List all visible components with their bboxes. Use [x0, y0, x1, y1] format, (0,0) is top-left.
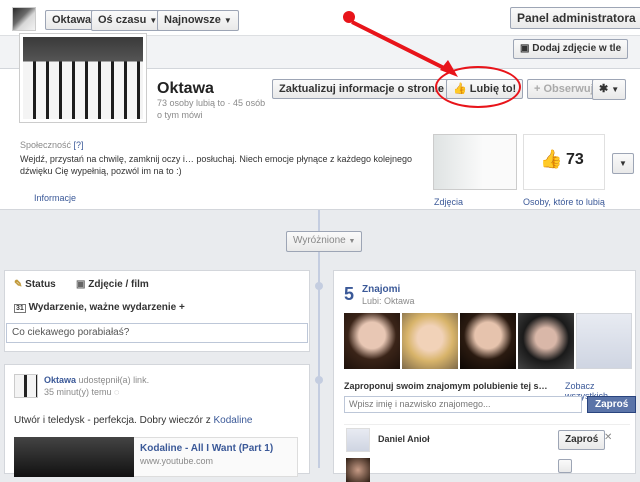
highlight-dropdown[interactable]: Wyróżnione ▼ — [286, 231, 363, 252]
remove-icon[interactable]: ✕ — [604, 432, 612, 443]
post-text: Utwór i teledysk - perfekcja. Dobry wiec… — [14, 415, 253, 426]
follow-button[interactable]: + Obserwuj — [527, 79, 601, 99]
suggest-text: Zaproponuj swoim znajomym polubienie tej… — [344, 381, 548, 391]
chevron-down-icon: ▼ — [223, 16, 232, 25]
friends-count: 5 — [344, 284, 355, 304]
post-action: udostępnił(a) link. — [78, 375, 150, 385]
friend-photo[interactable] — [460, 313, 516, 369]
likes-count: 73 — [566, 151, 584, 168]
friend-photo-placeholder[interactable] — [576, 313, 632, 369]
pencil-icon: ✎ — [14, 279, 23, 290]
link-preview-title[interactable]: Kodaline - All I Want (Part 1) — [140, 443, 273, 454]
link-preview-thumbnail — [14, 437, 134, 477]
gear-icon: ✱ — [599, 83, 609, 95]
chevron-down-icon: ▼ — [619, 159, 627, 168]
invite-friend-button[interactable]: Zaproś — [558, 430, 606, 450]
camera-icon: ▣ — [520, 43, 530, 54]
timeline-dropdown[interactable]: Oś czasu ▼ — [91, 10, 165, 31]
timeline-dot — [315, 376, 323, 384]
info-link[interactable]: Informacje — [34, 193, 76, 203]
post-author[interactable]: Oktawa — [44, 375, 76, 385]
post-author-avatar[interactable] — [14, 374, 38, 398]
calendar-icon: 31 — [14, 304, 26, 313]
friend-photo[interactable] — [402, 313, 458, 369]
more-apps-button[interactable]: ▼ — [612, 153, 634, 174]
composer-input[interactable]: Co ciekawego porabiałaś? — [6, 323, 308, 343]
friends-subtitle: Lubi: Oktawa — [362, 296, 415, 306]
globe-icon: ◌ — [114, 387, 120, 397]
event-tab[interactable]: 31 Wydarzenie, ważne wydarzenie + — [14, 302, 185, 313]
likes-line: 73 osoby lubią to · 45 osób — [157, 98, 266, 108]
invite-friend-button[interactable] — [558, 459, 572, 473]
admin-panel-button[interactable]: Panel administratora — [510, 7, 640, 29]
page-description: Wejdź, przystań na chwilę, zamknij oczy … — [20, 154, 413, 176]
likes-box[interactable] — [523, 134, 605, 190]
timeline-dot — [315, 282, 323, 290]
category-help-link[interactable]: [?] — [74, 140, 84, 150]
page-title: Oktawa — [157, 80, 214, 97]
thumbs-up-icon: 👍 — [540, 149, 563, 169]
friend-avatar[interactable] — [346, 428, 370, 452]
page-thumbnail[interactable] — [12, 7, 36, 31]
link-preview-url: www.youtube.com — [140, 456, 214, 466]
profile-picture[interactable] — [20, 34, 146, 122]
camera-icon: ▣ — [76, 279, 86, 290]
likes-link[interactable]: Osoby, które to lubią — [523, 197, 605, 207]
photo-tab[interactable]: ▣ Zdjęcie / film — [76, 279, 149, 290]
category-label: Społeczność [?] — [20, 140, 84, 150]
friend-search-input[interactable]: Wpisz imię i nazwisko znajomego... — [344, 396, 582, 413]
friends-title[interactable]: Znajomi — [362, 284, 400, 295]
status-tab[interactable]: ✎ Status — [14, 279, 56, 290]
photos-link[interactable]: Zdjęcia — [434, 197, 463, 207]
invite-search-button[interactable]: Zaproś — [587, 396, 637, 413]
chevron-down-icon: ▼ — [348, 238, 356, 245]
friend-name: Daniel Anioł — [378, 434, 430, 444]
friend-photo[interactable] — [518, 313, 574, 369]
annotation-arrow — [343, 11, 458, 77]
friend-photo[interactable] — [344, 313, 400, 369]
sort-dropdown[interactable]: Najnowsze ▼ — [157, 10, 239, 31]
post-text-link[interactable]: Kodaline — [214, 415, 253, 426]
plus-icon: + — [534, 83, 541, 95]
add-cover-button[interactable]: ▣ Dodaj zdjęcie w tle — [513, 39, 629, 59]
friend-avatar[interactable] — [346, 458, 370, 482]
settings-button[interactable]: ✱ ▼ — [592, 79, 627, 100]
post-time[interactable]: 35 minut(y) temu ◌ — [44, 387, 119, 397]
photos-thumbnail[interactable] — [433, 134, 517, 190]
chevron-down-icon: ▼ — [611, 85, 620, 94]
post-header: Oktawa udostępnił(a) link. — [44, 375, 149, 385]
about-line: o tym mówi — [157, 110, 203, 120]
